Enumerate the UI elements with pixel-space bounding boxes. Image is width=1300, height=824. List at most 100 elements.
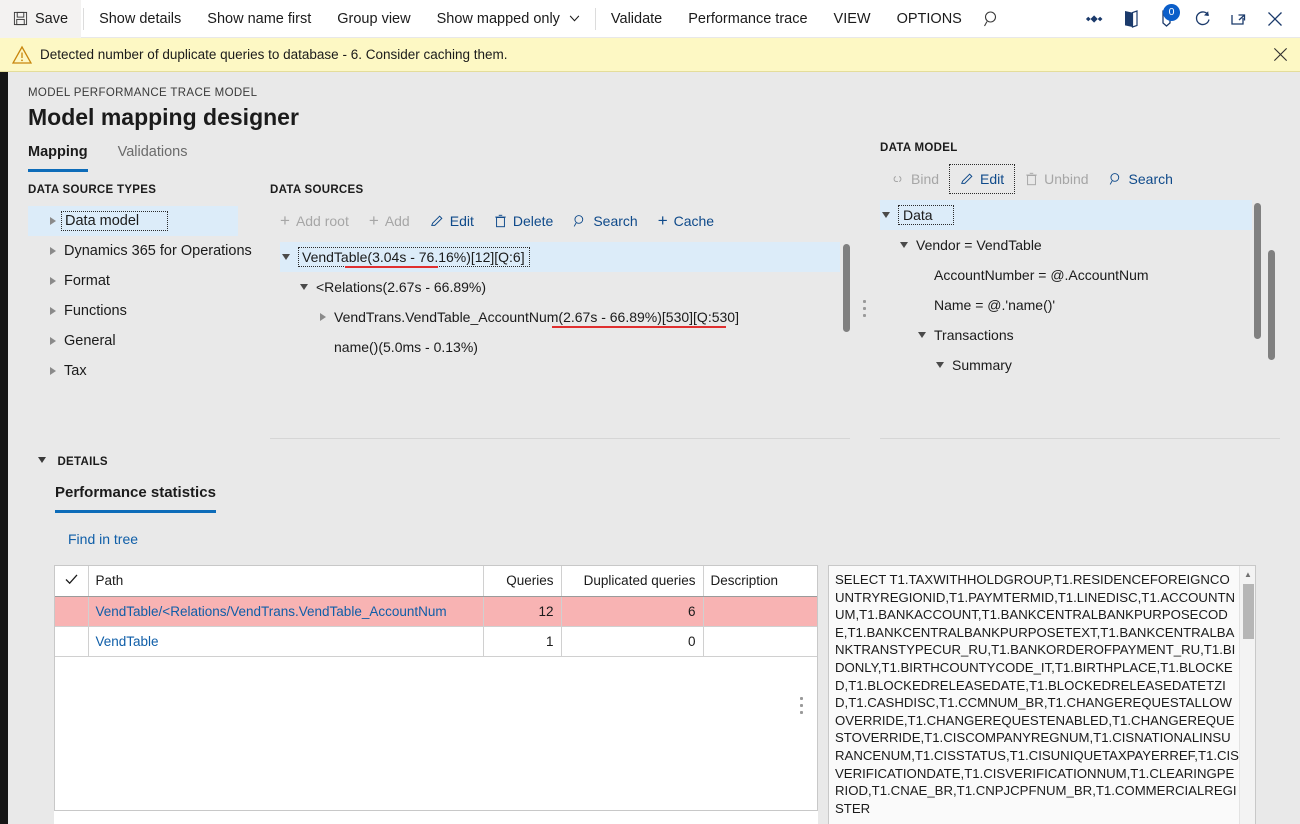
bind-button[interactable]: Bind (880, 165, 949, 193)
group-view-label: Group view (337, 11, 410, 27)
find-in-tree-link[interactable]: Find in tree (68, 531, 138, 547)
sql-scrollbar[interactable]: ▲ ▼ (1239, 566, 1255, 824)
column-header-path[interactable]: Path (88, 566, 483, 596)
row-path[interactable]: VendTable/<Relations/VendTrans.VendTable… (88, 596, 483, 626)
save-icon (13, 11, 28, 26)
edit-label: Edit (980, 171, 1004, 187)
data-model-tree-row[interactable]: AccountNumber = @.AccountNum (880, 260, 1260, 290)
chevron-right-icon[interactable] (46, 334, 60, 348)
data-source-type-item-dynamics365[interactable]: Dynamics 365 for Operations (28, 236, 238, 266)
chevron-down-icon[interactable] (280, 250, 294, 264)
data-sources-tree: VendTable (3.04s - 76.16%)[12][Q:6] <Rel… (280, 242, 850, 362)
data-model-tree-row[interactable]: Name = @.'name()' (880, 290, 1260, 320)
show-mapped-only-menu[interactable]: Show mapped only (424, 0, 593, 38)
data-source-tree-row[interactable]: VendTable (3.04s - 76.16%)[12][Q:6] (280, 242, 840, 272)
table-row[interactable]: VendTable/<Relations/VendTrans.VendTable… (55, 596, 817, 626)
table-row[interactable]: VendTable 1 0 (55, 626, 817, 656)
help-book-button[interactable] (1114, 0, 1148, 38)
data-model-tree-row[interactable]: Transactions (880, 320, 1260, 350)
chevron-right-icon[interactable] (46, 274, 60, 288)
column-header-description[interactable]: Description (703, 566, 817, 596)
chevron-right-icon[interactable] (46, 244, 60, 258)
data-source-type-item-format[interactable]: Format (28, 266, 238, 296)
data-source-type-item-data-model[interactable]: Data model (28, 206, 238, 236)
details-splitter-grip[interactable] (800, 697, 804, 718)
add-label: Add (385, 213, 410, 229)
chevron-down-icon[interactable] (916, 328, 930, 342)
save-button[interactable]: Save (0, 0, 81, 38)
sql-query-panel[interactable]: SELECT T1.TAXWITHHOLDGROUP,T1.RESIDENCEF… (828, 565, 1256, 824)
options-menu[interactable]: OPTIONS (884, 0, 975, 38)
unbind-button[interactable]: Unbind (1015, 165, 1098, 193)
add-root-button[interactable]: + Add root (270, 206, 359, 235)
popout-button[interactable] (1222, 0, 1256, 38)
settings-diamond-button[interactable] (1078, 0, 1112, 38)
data-sources-pane: DATA SOURCES + Add root + Add Edit (270, 184, 850, 196)
chevron-down-icon[interactable] (298, 280, 312, 294)
add-button[interactable]: + Add (359, 206, 420, 235)
view-menu[interactable]: VIEW (821, 0, 884, 38)
search-button[interactable] (975, 0, 1009, 38)
column-header-duplicated-queries[interactable]: Duplicated queries (561, 566, 703, 596)
search-data-source-button[interactable]: Search (563, 207, 647, 235)
group-view-button[interactable]: Group view (324, 0, 423, 38)
edit-data-source-button[interactable]: Edit (420, 207, 484, 235)
refresh-button[interactable] (1186, 0, 1220, 38)
tab-mapping[interactable]: Mapping (28, 144, 88, 172)
data-model-tree-row[interactable]: Vendor = VendTable (880, 230, 1260, 260)
validate-button[interactable]: Validate (598, 0, 675, 38)
node-name: VendTrans.VendTable_AccountNum (334, 309, 558, 325)
sql-scrollbar-thumb[interactable] (1243, 584, 1254, 639)
chevron-down-icon[interactable] (880, 208, 894, 222)
close-icon (1272, 46, 1289, 63)
column-header-queries[interactable]: Queries (483, 566, 561, 596)
data-model-node-transactions: Transactions (934, 327, 1014, 343)
plus-icon: + (280, 212, 290, 229)
delete-data-source-button[interactable]: Delete (484, 207, 563, 235)
data-model-tree-row[interactable]: Summary (880, 350, 1260, 380)
data-model-tree: Data Vendor = VendTable AccountNumber = … (880, 200, 1260, 380)
performance-trace-button[interactable]: Performance trace (675, 0, 820, 38)
edit-data-model-button[interactable]: Edit (949, 164, 1015, 194)
chevron-right-icon[interactable] (46, 364, 60, 378)
data-sources-splitter-grip[interactable] (863, 300, 867, 321)
search-data-model-button[interactable]: Search (1099, 165, 1183, 193)
data-model-scrollbar-inner[interactable] (1254, 203, 1261, 339)
row-path[interactable]: VendTable (88, 626, 483, 656)
chevron-down-icon[interactable] (898, 238, 912, 252)
data-sources-scrollbar[interactable] (843, 244, 850, 332)
close-window-button[interactable] (1258, 0, 1292, 38)
data-source-tree-row[interactable]: VendTrans.VendTable_AccountNum (2.67s - … (280, 302, 850, 332)
left-navigation-rail[interactable] (0, 72, 8, 824)
data-model-node-vendor: Vendor = VendTable (916, 237, 1042, 253)
details-section-header[interactable]: DETAILS (38, 452, 108, 470)
chevron-right-icon[interactable] (46, 214, 60, 228)
page-body: MODEL PERFORMANCE TRACE MODEL Model mapp… (0, 72, 1300, 824)
select-all-checkbox-header[interactable] (55, 566, 88, 596)
message-bar-close-button[interactable] (1272, 46, 1290, 64)
data-source-tree-row[interactable]: <Relations (2.67s - 66.89%) (280, 272, 850, 302)
chevron-right-icon[interactable] (316, 310, 330, 324)
performance-statistics-table: Path Queries Duplicated queries Descript… (54, 565, 818, 811)
scroll-up-icon[interactable]: ▲ (1240, 566, 1256, 582)
data-source-type-item-functions[interactable]: Functions (28, 296, 238, 326)
chevron-right-icon[interactable] (46, 304, 60, 318)
tab-performance-statistics[interactable]: Performance statistics (55, 484, 216, 513)
show-details-button[interactable]: Show details (86, 0, 194, 38)
chevron-down-icon[interactable] (934, 358, 948, 372)
show-name-first-label: Show name first (207, 11, 311, 27)
table-bottom-fill (54, 811, 818, 824)
show-name-first-button[interactable]: Show name first (194, 0, 324, 38)
data-source-type-item-tax[interactable]: Tax (28, 356, 238, 386)
row-checkbox[interactable] (55, 596, 88, 626)
row-queries: 12 (483, 596, 561, 626)
data-model-scrollbar-outer[interactable] (1268, 250, 1275, 360)
notifications-button[interactable]: 0 (1150, 0, 1184, 38)
tab-validations[interactable]: Validations (118, 144, 188, 172)
row-checkbox[interactable] (55, 626, 88, 656)
pencil-icon (960, 172, 974, 186)
data-source-tree-row[interactable]: name() (5.0ms - 0.13%) (280, 332, 850, 362)
data-model-tree-row[interactable]: Data (880, 200, 1252, 230)
data-source-type-item-general[interactable]: General (28, 326, 238, 356)
cache-button[interactable]: + Cache (648, 206, 724, 235)
